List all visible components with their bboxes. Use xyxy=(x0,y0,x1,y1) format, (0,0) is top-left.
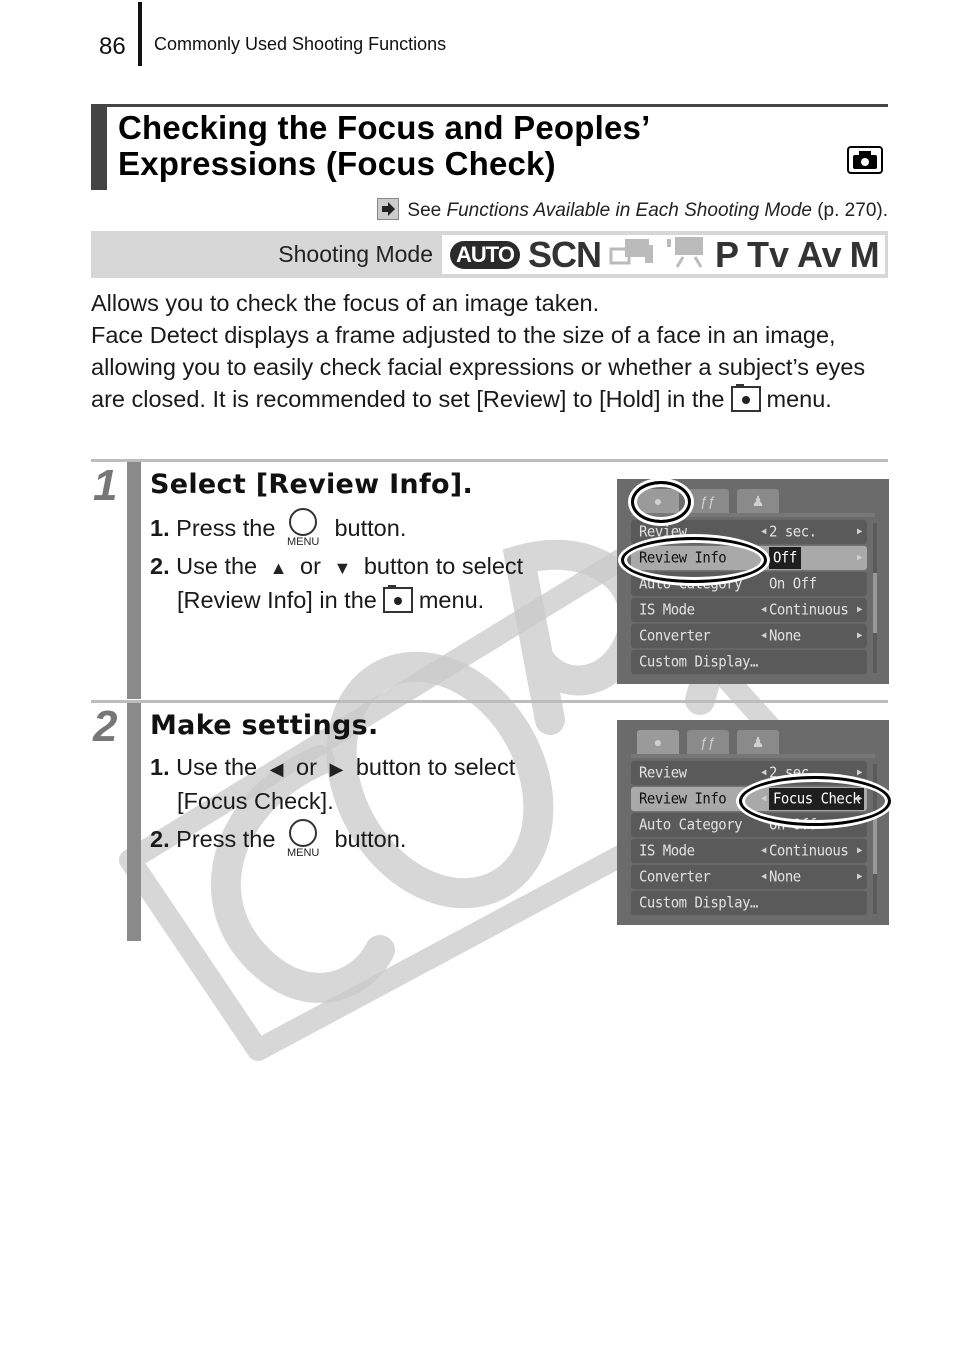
camera-menu-icon xyxy=(382,585,413,613)
intro-paragraph-1: Allows you to check the focus of an imag… xyxy=(91,290,600,316)
page-title-line1: Checking the Focus and Peoples’ xyxy=(118,109,651,146)
page-number: 86 xyxy=(99,33,126,60)
menu-row: Converter ◀ None ▶ xyxy=(631,864,867,890)
step-1: 1 Select [Review Info]. 1. Press the MEN… xyxy=(91,459,889,699)
step-instruction: 2. Use the ▲ or ▼ button to select [Revi… xyxy=(150,553,524,613)
step-number: 2 xyxy=(93,702,118,751)
highlight-oval xyxy=(621,537,767,583)
header-divider xyxy=(138,2,142,66)
step-side-bar xyxy=(127,703,141,941)
tab-settings: ƒƒ xyxy=(687,730,729,754)
menu-row: IS Mode ◀ Continuous ▶ xyxy=(631,838,867,864)
mode-tv-icon: Tv xyxy=(746,233,789,275)
menu-row: IS Mode ◀ Continuous ▶ xyxy=(631,597,867,623)
camera-screen-step1: ● ƒƒ ♟ Review ◀ 2 sec. ▶ Review Info ◀ Off ▶ A… xyxy=(617,479,889,684)
mode-av-icon: Av xyxy=(796,233,842,275)
page-title-block: Checking the Focus and Peoples’ Expressi… xyxy=(91,104,888,190)
section-title: Commonly Used Shooting Functions xyxy=(154,34,447,54)
mode-auto-icon: AUTO xyxy=(450,240,520,269)
step-divider xyxy=(91,700,888,703)
shooting-mode-label: Shooting Mode xyxy=(278,241,433,267)
tab-camera: ● xyxy=(637,730,679,754)
movie-icon xyxy=(665,235,707,274)
highlight-oval xyxy=(631,481,691,523)
page-title: Checking the Focus and Peoples’ Expressi… xyxy=(118,110,650,182)
arrow-right-icon xyxy=(377,198,400,220)
step-instruction: 2. Press the MENU button. xyxy=(150,819,406,859)
step-title: Select [Review Info]. xyxy=(150,469,474,500)
title-side-bar xyxy=(91,104,107,190)
page-title-line2: Expressions (Focus Check) xyxy=(118,145,556,182)
arrow-left-icon: ◀ xyxy=(269,759,284,779)
step-instruction: 1. Press the MENU button. xyxy=(150,508,406,548)
camera-screen-step2: ● ƒƒ ♟ Review ◀ 2 sec. ▶ Review Info ◀ Focus … xyxy=(617,720,891,925)
reference-link[interactable]: Functions Available in Each Shooting Mod… xyxy=(447,200,812,221)
intro-text: Allows you to check the focus of an imag… xyxy=(91,287,891,415)
step-title: Make settings. xyxy=(150,710,379,741)
stitch-assist-icon xyxy=(609,237,657,272)
mode-icons: AUTO SCN P Tv Av M xyxy=(442,235,885,274)
intro-paragraph-2: Face Detect displays a frame adjusted to… xyxy=(91,322,866,412)
title-rule xyxy=(91,104,888,107)
shooting-mode-bar: Shooting Mode AUTO SCN P Tv Av M xyxy=(91,231,888,278)
step-number: 1 xyxy=(93,461,118,510)
arrow-right-icon: ▶ xyxy=(329,759,344,779)
mode-scn-icon: SCN xyxy=(527,233,602,275)
step-instruction: 1. Use the ◀ or ▶ button to select [Focu… xyxy=(150,754,516,814)
arrow-up-icon: ▲ xyxy=(269,558,288,578)
arrow-down-icon: ▼ xyxy=(333,558,352,578)
camera-menu-icon xyxy=(730,384,761,412)
tab-my-menu: ♟ xyxy=(737,730,779,754)
highlight-oval xyxy=(739,776,891,826)
camera-mode-icon xyxy=(847,146,883,174)
menu-row: Custom Display… xyxy=(631,890,867,916)
menu-button-icon: MENU xyxy=(287,508,322,548)
tab-my-menu: ♟ xyxy=(737,489,779,513)
see-reference: See Functions Available in Each Shooting… xyxy=(377,198,888,222)
step-2: 2 Make settings. 1. Use the ◀ or ▶ butto… xyxy=(91,700,891,943)
mode-m-icon: M xyxy=(849,233,880,275)
menu-row: Converter ◀ None ▶ xyxy=(631,623,867,649)
tab-settings: ƒƒ xyxy=(687,489,729,513)
step-divider xyxy=(91,459,888,462)
menu-row: Custom Display… xyxy=(631,649,867,675)
mode-p-icon: P xyxy=(714,233,739,275)
menu-button-icon: MENU xyxy=(287,819,322,859)
step-side-bar xyxy=(127,462,141,699)
